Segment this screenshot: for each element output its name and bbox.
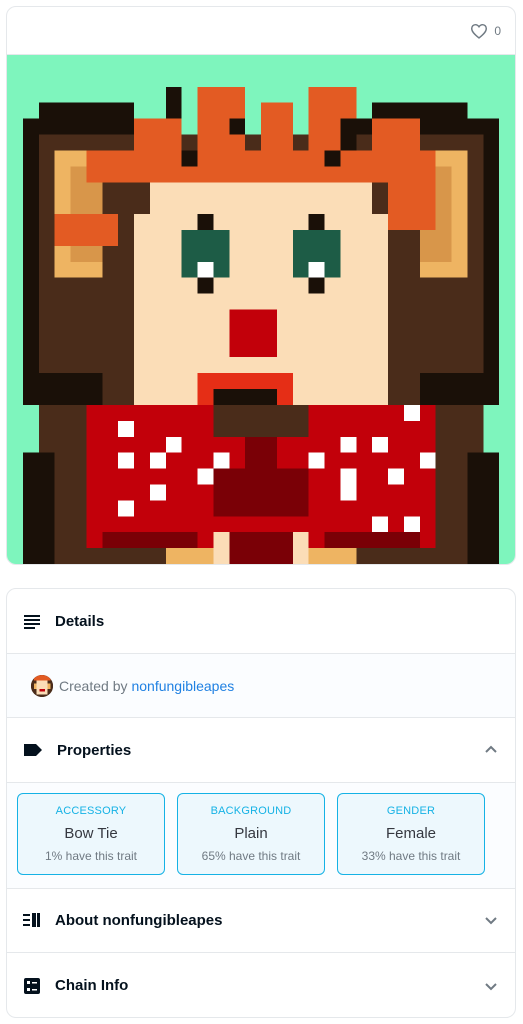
trait-type: BACKGROUND [210, 805, 292, 817]
creator-avatar[interactable] [31, 674, 53, 697]
trait-value: Female [385, 825, 437, 842]
about-header[interactable]: About nonfungibleapes [7, 888, 515, 953]
trait-type: ACCESSORY [55, 805, 127, 817]
trait-rarity: 65% have this trait [201, 849, 301, 863]
list-icon [24, 615, 40, 629]
trait-value: Bow Tie [64, 825, 118, 842]
chain-info-title: Chain Info [55, 977, 129, 994]
trait-background[interactable]: BACKGROUND Plain 65% have this trait [177, 793, 325, 875]
nft-artwork[interactable] [7, 55, 515, 564]
creator-link[interactable]: nonfungibleapes [131, 678, 234, 694]
chevron-down-icon[interactable] [483, 912, 499, 928]
details-title: Details [55, 612, 105, 630]
chain-info-header[interactable]: Chain Info [7, 953, 515, 1017]
trait-value: Plain [234, 825, 268, 842]
trait-rarity: 1% have this trait [44, 849, 138, 863]
trait-rarity: 33% have this trait [361, 849, 461, 863]
asset-card: 0 [6, 6, 516, 565]
tag-icon [24, 744, 42, 756]
properties-list: ACCESSORY Bow Tie 1% have this trait BAC… [7, 783, 515, 889]
favorite-button[interactable]: 0 [470, 23, 501, 39]
properties-header[interactable]: Properties [7, 718, 515, 783]
details-header[interactable]: Details [7, 589, 515, 654]
about-title: About nonfungibleapes [55, 911, 223, 929]
trait-type: GENDER [386, 805, 436, 817]
chevron-down-icon[interactable] [483, 978, 499, 994]
trait-accessory[interactable]: ACCESSORY Bow Tie 1% have this trait [17, 793, 165, 875]
properties-title: Properties [57, 741, 132, 759]
info-panel: Details Created by nonfungibleapes Prope… [6, 588, 516, 1018]
heart-icon [471, 23, 488, 39]
about-icon [23, 913, 40, 927]
chain-info-icon [24, 977, 40, 994]
favorite-bar: 0 [7, 7, 515, 55]
chevron-up-icon[interactable] [483, 742, 499, 758]
created-by-row: Created by nonfungibleapes [7, 654, 515, 718]
trait-gender[interactable]: GENDER Female 33% have this trait [337, 793, 485, 875]
favorite-count: 0 [494, 23, 501, 38]
created-by-label: Created by [59, 677, 128, 694]
